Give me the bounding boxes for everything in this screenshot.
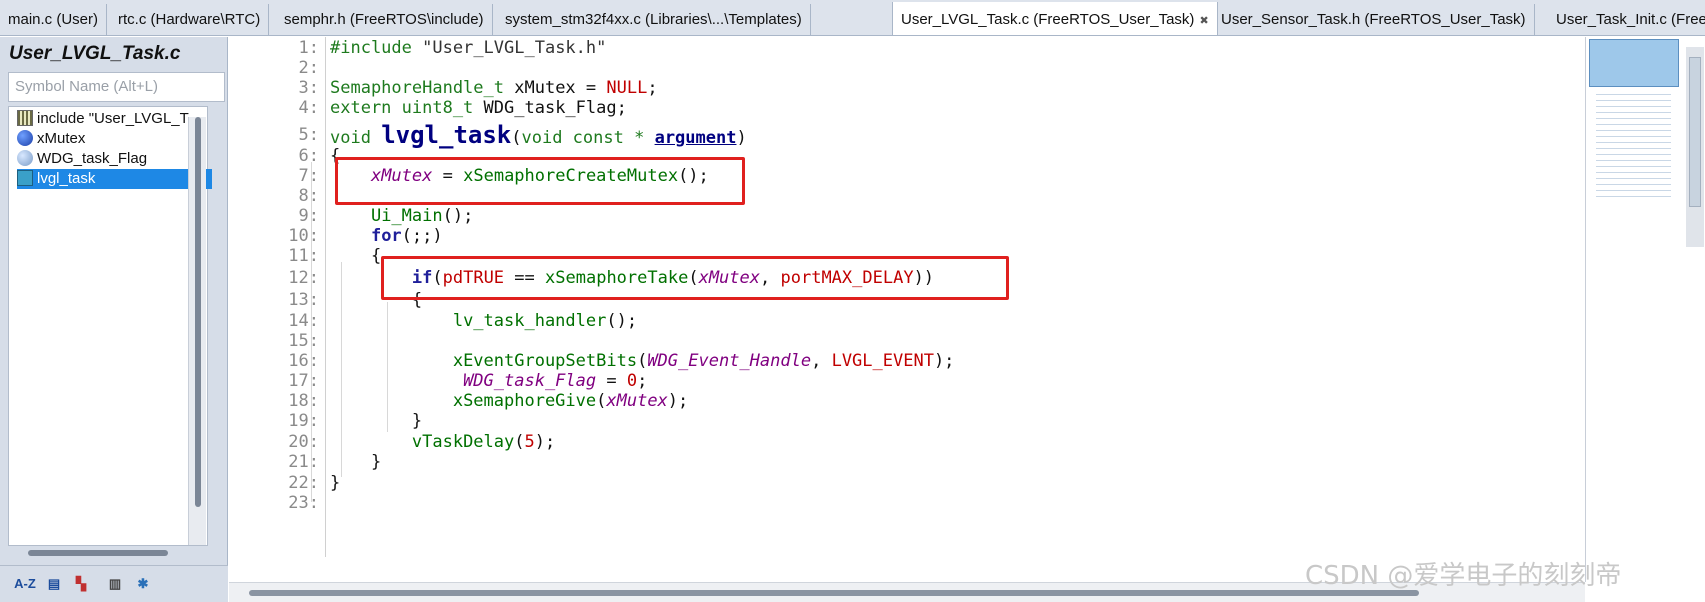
symbol-sidebar: User_LVGL_Task.c Symbol Name (Alt+L) inc… [0,37,228,602]
symbol-item-wdg-task-flag[interactable]: WDG_task_Flag [17,149,207,169]
minimap-viewport[interactable] [1589,39,1679,87]
scroll-thumb[interactable] [249,590,1419,596]
sort-az-icon[interactable]: A-Z [12,574,38,594]
minimap-code-preview [1596,89,1671,199]
extern-variable-icon [17,150,33,166]
tab-user-lvgl-task-c[interactable]: User_LVGL_Task.c (FreeRTOS_User_Task) ✖ [892,2,1218,35]
highlight-box-semaphore-take [381,256,1009,300]
include-icon [17,110,33,126]
scroll-thumb[interactable] [1689,57,1701,207]
symbol-item-lvgl-task[interactable]: lvgl_task [17,169,212,189]
symbol-list: include "User_LVGL_T xMutex WDG_task_Fla… [8,106,212,546]
highlight-box-create-mutex [335,157,745,205]
symbol-item-include[interactable]: include "User_LVGL_T [17,109,207,129]
minimap-scrollbar[interactable] [1686,47,1704,247]
gutter-divider [325,37,326,557]
book-icon[interactable]: ▥ [104,574,126,594]
variable-icon [17,130,33,146]
watermark: CSDN @爱学电子的刻刻帝 [1305,561,1622,591]
color-icon[interactable]: ▚ [70,574,92,594]
symbol-item-xmutex[interactable]: xMutex [17,129,207,149]
code-editor[interactable]: 1: #include "User_LVGL_Task.h" 2: 3: Semap… [229,37,1585,582]
list-icon[interactable]: ▤ [44,574,64,594]
tab-user-task-init-c[interactable]: User_Task_Init.c (FreeRTOS [1548,4,1705,35]
tab-system-stm32[interactable]: system_stm32f4xx.c (Libraries\...\Templa… [497,4,811,35]
close-tab-icon[interactable]: ✖ [1199,15,1208,27]
sidebar-vertical-scrollbar[interactable] [188,117,206,545]
sidebar-toolbar: A-Z ▤ ▚ ▥ ✱ [0,565,228,602]
function-icon [17,170,33,186]
gear-icon[interactable]: ✱ [132,574,154,594]
tab-main-c[interactable]: main.c (User) [0,4,108,35]
sidebar-title: User_LVGL_Task.c [9,43,181,64]
sidebar-horizontal-scrollbar[interactable] [28,550,168,556]
scroll-thumb[interactable] [195,117,201,507]
symbol-search-input[interactable]: Symbol Name (Alt+L) [8,72,225,102]
tab-rtc-c[interactable]: rtc.c (Hardware\RTC) [110,4,270,35]
tab-semphr-h[interactable]: semphr.h (FreeRTOS\include) [276,4,493,35]
editor-tab-bar: main.c (User) rtc.c (Hardware\RTC) semph… [0,0,1705,36]
code-minimap[interactable] [1585,37,1705,582]
tab-user-sensor-task-h[interactable]: User_Sensor_Task.h (FreeRTOS_User_Task) [1213,4,1535,35]
